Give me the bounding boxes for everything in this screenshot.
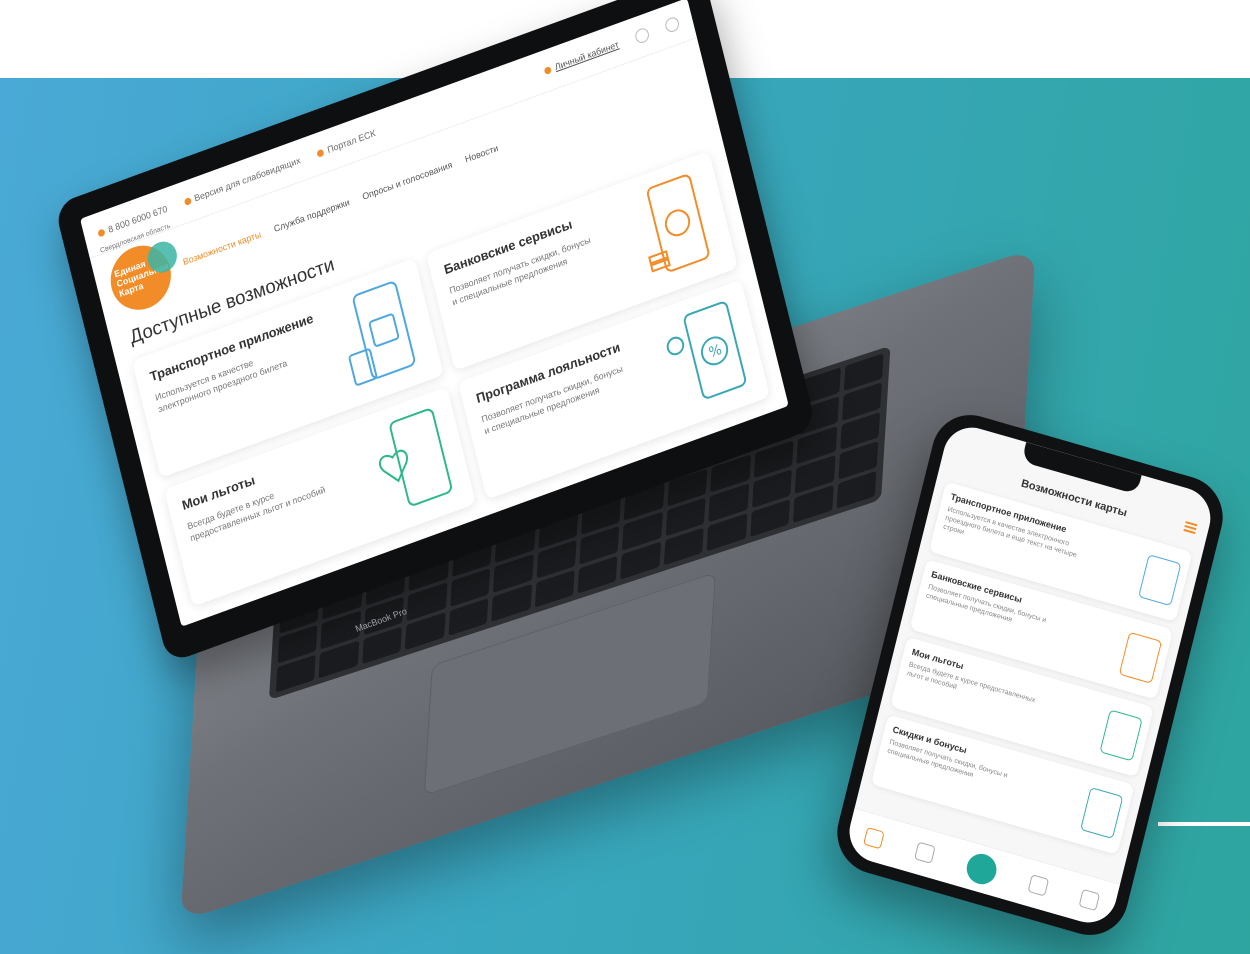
portal-label: Портал ЕСК bbox=[326, 127, 377, 156]
laptop: 8 800 6000 670 Версия для слабовидящих П… bbox=[24, 0, 817, 664]
percent-icon bbox=[1080, 787, 1124, 840]
language-icon[interactable] bbox=[663, 15, 681, 34]
user-icon bbox=[543, 65, 553, 75]
laptop-screen: 8 800 6000 670 Версия для слабовидящих П… bbox=[80, 0, 789, 627]
svg-text:%: % bbox=[707, 342, 723, 362]
heart-icon bbox=[1099, 709, 1143, 762]
bus-phone-icon bbox=[348, 281, 416, 386]
menu-tab-icon[interactable] bbox=[1078, 888, 1100, 912]
percent-phone-icon: % bbox=[666, 301, 747, 399]
portal-link[interactable]: Портал ЕСК bbox=[316, 127, 377, 159]
decorative-line bbox=[1158, 822, 1250, 826]
account-label: Личный кабинет bbox=[553, 39, 620, 73]
bank-icon bbox=[1118, 631, 1163, 684]
phone-icon bbox=[97, 227, 106, 238]
heart-phone-icon bbox=[378, 408, 452, 506]
device-label: MacBook Pro bbox=[353, 606, 409, 634]
notification-icon[interactable] bbox=[633, 26, 651, 45]
portal-icon bbox=[316, 148, 325, 158]
card-tab-icon[interactable] bbox=[963, 850, 1000, 888]
nav-item-polls[interactable]: Опросы и голосования bbox=[361, 160, 453, 202]
nav-item-support[interactable]: Служба поддержки bbox=[273, 197, 351, 234]
nav-item-news[interactable]: Новости bbox=[464, 143, 499, 165]
laptop-bezel: 8 800 6000 670 Версия для слабовидящих П… bbox=[54, 0, 817, 664]
bank-phone-icon bbox=[646, 174, 710, 273]
transport-icon bbox=[1138, 554, 1182, 607]
chat-tab-icon[interactable] bbox=[914, 841, 936, 865]
hamburger-icon[interactable] bbox=[1185, 521, 1198, 527]
nav-item-card-features[interactable]: Возможности карты bbox=[182, 229, 262, 267]
eye-icon bbox=[183, 196, 192, 206]
support-tab-icon[interactable] bbox=[1027, 874, 1049, 897]
home-tab-icon[interactable] bbox=[863, 827, 886, 850]
